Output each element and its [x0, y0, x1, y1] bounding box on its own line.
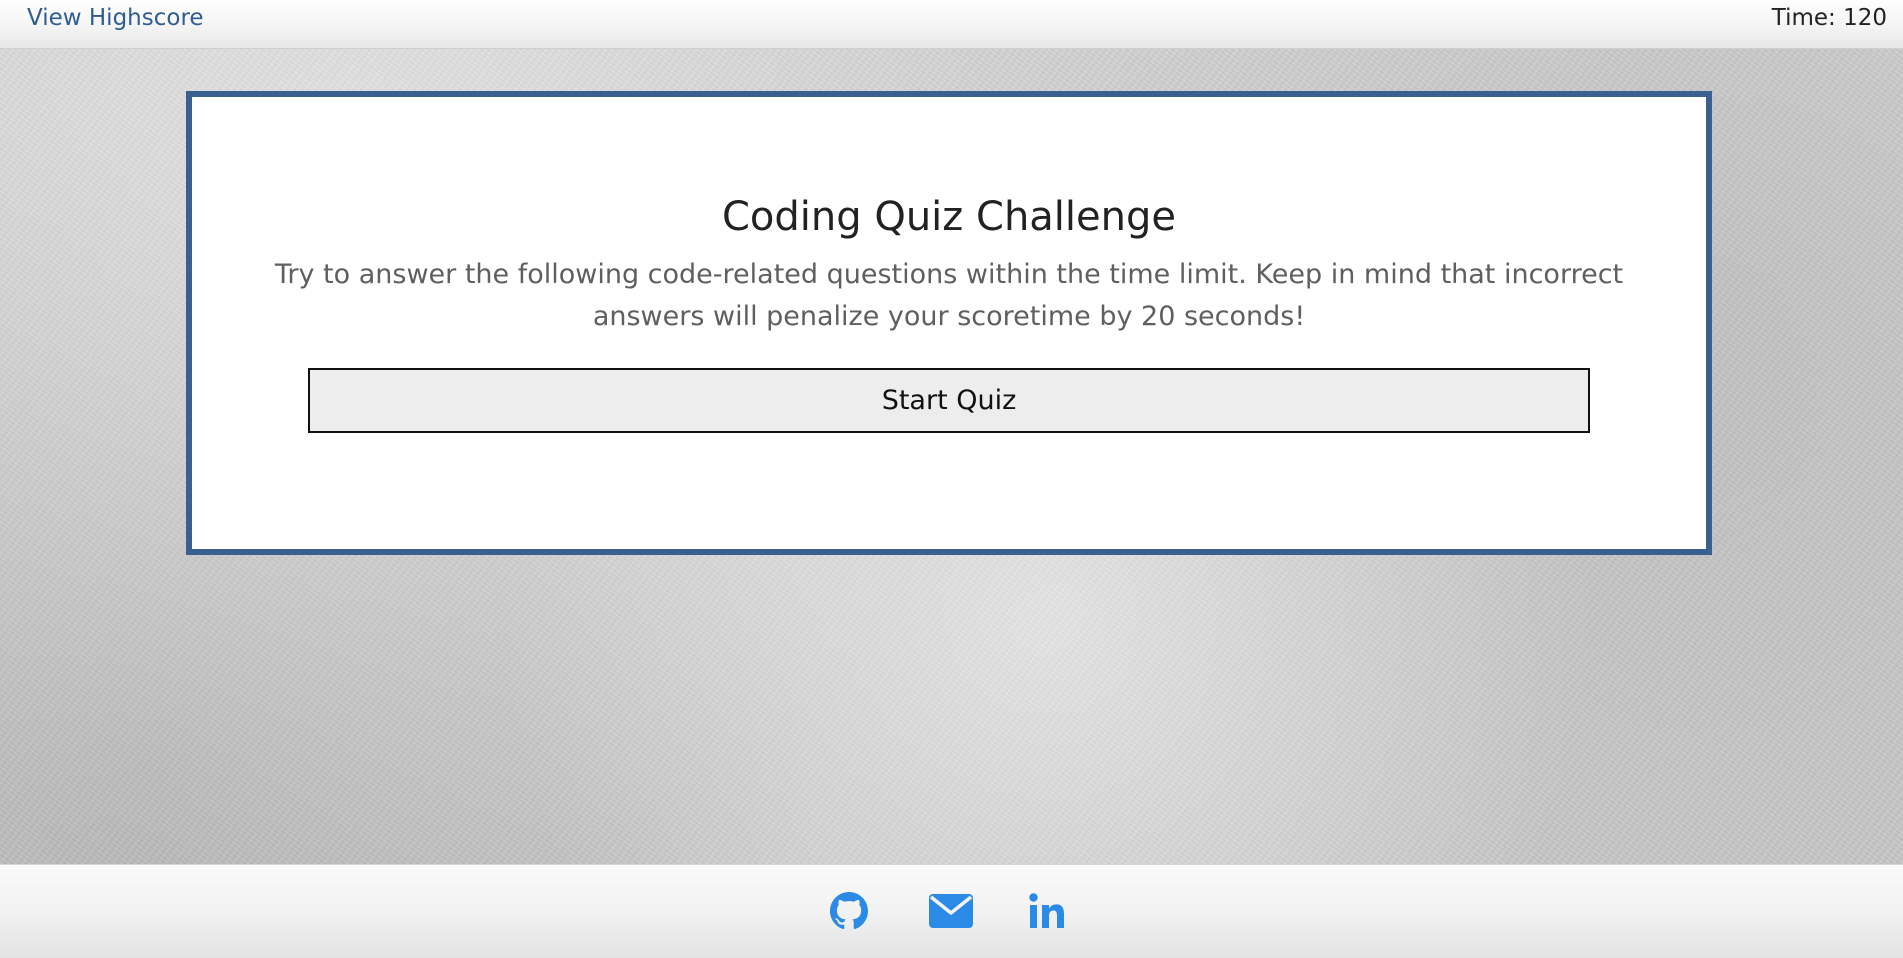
email-link[interactable] — [926, 886, 976, 936]
github-icon — [830, 892, 868, 930]
footer — [0, 864, 1903, 958]
quiz-intro-card: Coding Quiz Challenge Try to answer the … — [186, 91, 1712, 555]
github-link[interactable] — [824, 886, 874, 936]
view-highscore-link[interactable]: View Highscore — [27, 5, 204, 31]
envelope-icon — [929, 894, 973, 928]
start-quiz-button[interactable]: Start Quiz — [308, 368, 1590, 433]
quiz-description: Try to answer the following code-related… — [274, 259, 1624, 332]
quiz-title: Coding Quiz Challenge — [721, 194, 1176, 240]
timer-value: 120 — [1843, 5, 1887, 31]
timer: Time: 120 — [1772, 5, 1887, 31]
top-bar: View Highscore Time: 120 — [0, 0, 1903, 49]
linkedin-icon — [1029, 893, 1064, 928]
timer-label: Time: — [1771, 5, 1836, 31]
linkedin-link[interactable] — [1022, 886, 1072, 936]
